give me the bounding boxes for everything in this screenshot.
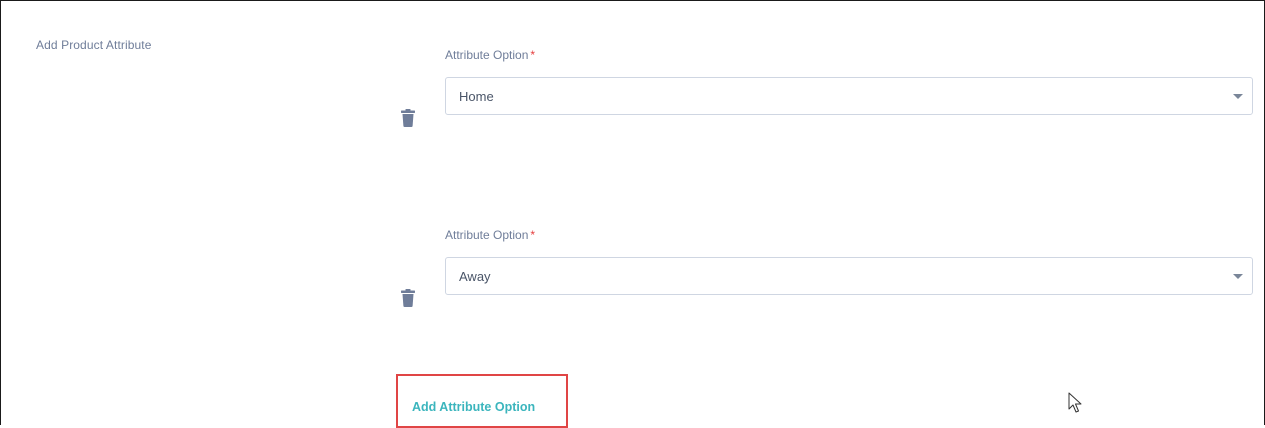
attribute-option-select[interactable]: Away bbox=[445, 257, 1253, 295]
attribute-option-row-2: Attribute Option * Away bbox=[398, 228, 1258, 308]
add-attribute-option-button[interactable]: Add Attribute Option bbox=[412, 400, 535, 414]
frame-left-border bbox=[0, 0, 1, 425]
required-marker: * bbox=[530, 48, 536, 62]
caret-down-icon[interactable] bbox=[1233, 94, 1243, 99]
attribute-option-label: Attribute Option * bbox=[445, 48, 535, 62]
add-attribute-option-highlight: Add Attribute Option bbox=[396, 374, 568, 428]
section-title: Add Product Attribute bbox=[36, 38, 152, 52]
trash-icon[interactable] bbox=[401, 289, 415, 307]
attribute-option-label: Attribute Option * bbox=[445, 228, 535, 242]
required-marker: * bbox=[530, 228, 536, 242]
caret-down-icon[interactable] bbox=[1233, 274, 1243, 279]
attribute-option-selected-value: Home bbox=[459, 89, 494, 104]
attribute-option-select[interactable]: Home bbox=[445, 77, 1253, 115]
frame-top-border bbox=[0, 0, 1265, 1]
attribute-option-label-text: Attribute Option bbox=[445, 228, 529, 242]
mouse-pointer-icon bbox=[1068, 392, 1082, 413]
attribute-option-selected-value: Away bbox=[459, 269, 491, 284]
attribute-option-label-text: Attribute Option bbox=[445, 48, 529, 62]
trash-icon[interactable] bbox=[401, 109, 415, 127]
attribute-option-row-1: Attribute Option * Home bbox=[398, 48, 1258, 128]
